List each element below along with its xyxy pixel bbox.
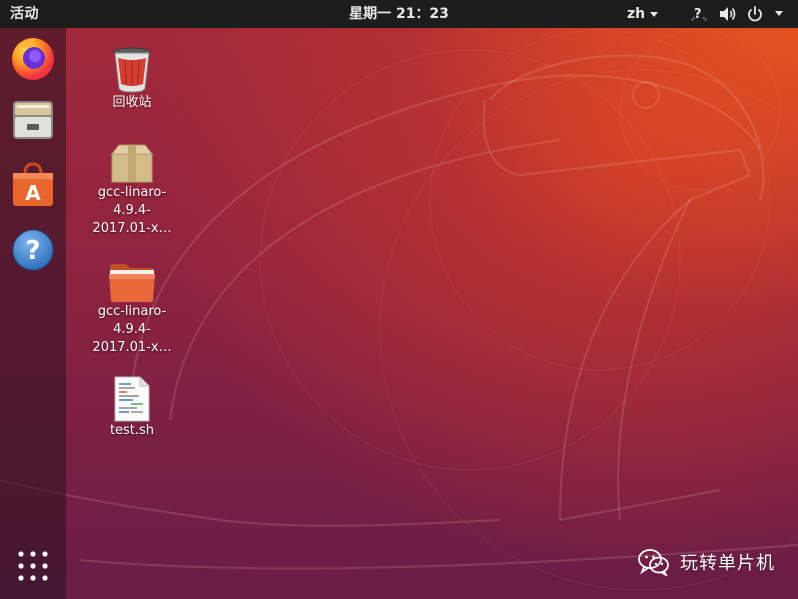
desktop-icon-folder[interactable]: gcc-linaro- 4.9.4- 2017.01-x… <box>77 261 187 357</box>
dock-item-software[interactable]: A <box>9 160 57 208</box>
firefox-icon <box>12 38 54 80</box>
help-icon: ? <box>12 229 54 271</box>
show-applications-button[interactable] <box>9 542 57 590</box>
desktop-icon-archive[interactable]: gcc-linaro- 4.9.4- 2017.01-x… <box>77 142 187 238</box>
language-indicator[interactable]: zh <box>627 0 659 28</box>
top-bar: 活动 星期一 21：23 zh ? <box>0 0 798 28</box>
folder-icon <box>109 264 155 302</box>
desktop-icon-label: gcc-linaro- 4.9.4- 2017.01-x… <box>92 304 172 355</box>
dock-item-firefox[interactable] <box>9 34 57 82</box>
archive-box-icon <box>110 144 154 183</box>
trash-icon <box>113 47 151 93</box>
dock: A ? <box>0 28 66 599</box>
script-file-icon <box>114 376 150 422</box>
volume-icon[interactable] <box>718 5 738 23</box>
desktop-icon-label: 回收站 <box>112 95 152 110</box>
desktop-icon-label: gcc-linaro- 4.9.4- 2017.01-x… <box>92 185 172 236</box>
svg-text:A: A <box>25 181 41 205</box>
desktop-icon-script[interactable]: test.sh <box>77 376 187 440</box>
watermark: 玩转单片机 <box>638 548 775 576</box>
clock[interactable]: 星期一 21：23 <box>0 0 798 28</box>
desktop-icon-trash[interactable]: 回收站 <box>77 44 187 112</box>
dock-item-help[interactable]: ? <box>9 226 57 274</box>
svg-text:?: ? <box>694 7 702 22</box>
file-cabinet-icon <box>13 101 53 139</box>
accessibility-icon[interactable]: ? <box>690 5 708 23</box>
desktop-icon-label: test.sh <box>109 423 155 438</box>
system-menu-chevron-icon[interactable] <box>775 11 783 16</box>
chevron-down-icon <box>650 11 659 17</box>
app-grid-icon <box>18 551 48 581</box>
power-icon[interactable] <box>746 5 764 23</box>
wechat-icon <box>638 549 669 576</box>
desktop-screen: 活动 星期一 21：23 zh ? A ? 回收站 gcc-linaro- 4.… <box>0 0 798 599</box>
svg-text:?: ? <box>25 236 40 266</box>
clock-label[interactable]: 星期一 21：23 <box>349 6 449 22</box>
dock-item-files[interactable] <box>9 96 57 144</box>
watermark-text: 玩转单片机 <box>680 553 775 574</box>
language-label: zh <box>627 6 646 22</box>
shopping-bag-icon: A <box>13 162 53 206</box>
